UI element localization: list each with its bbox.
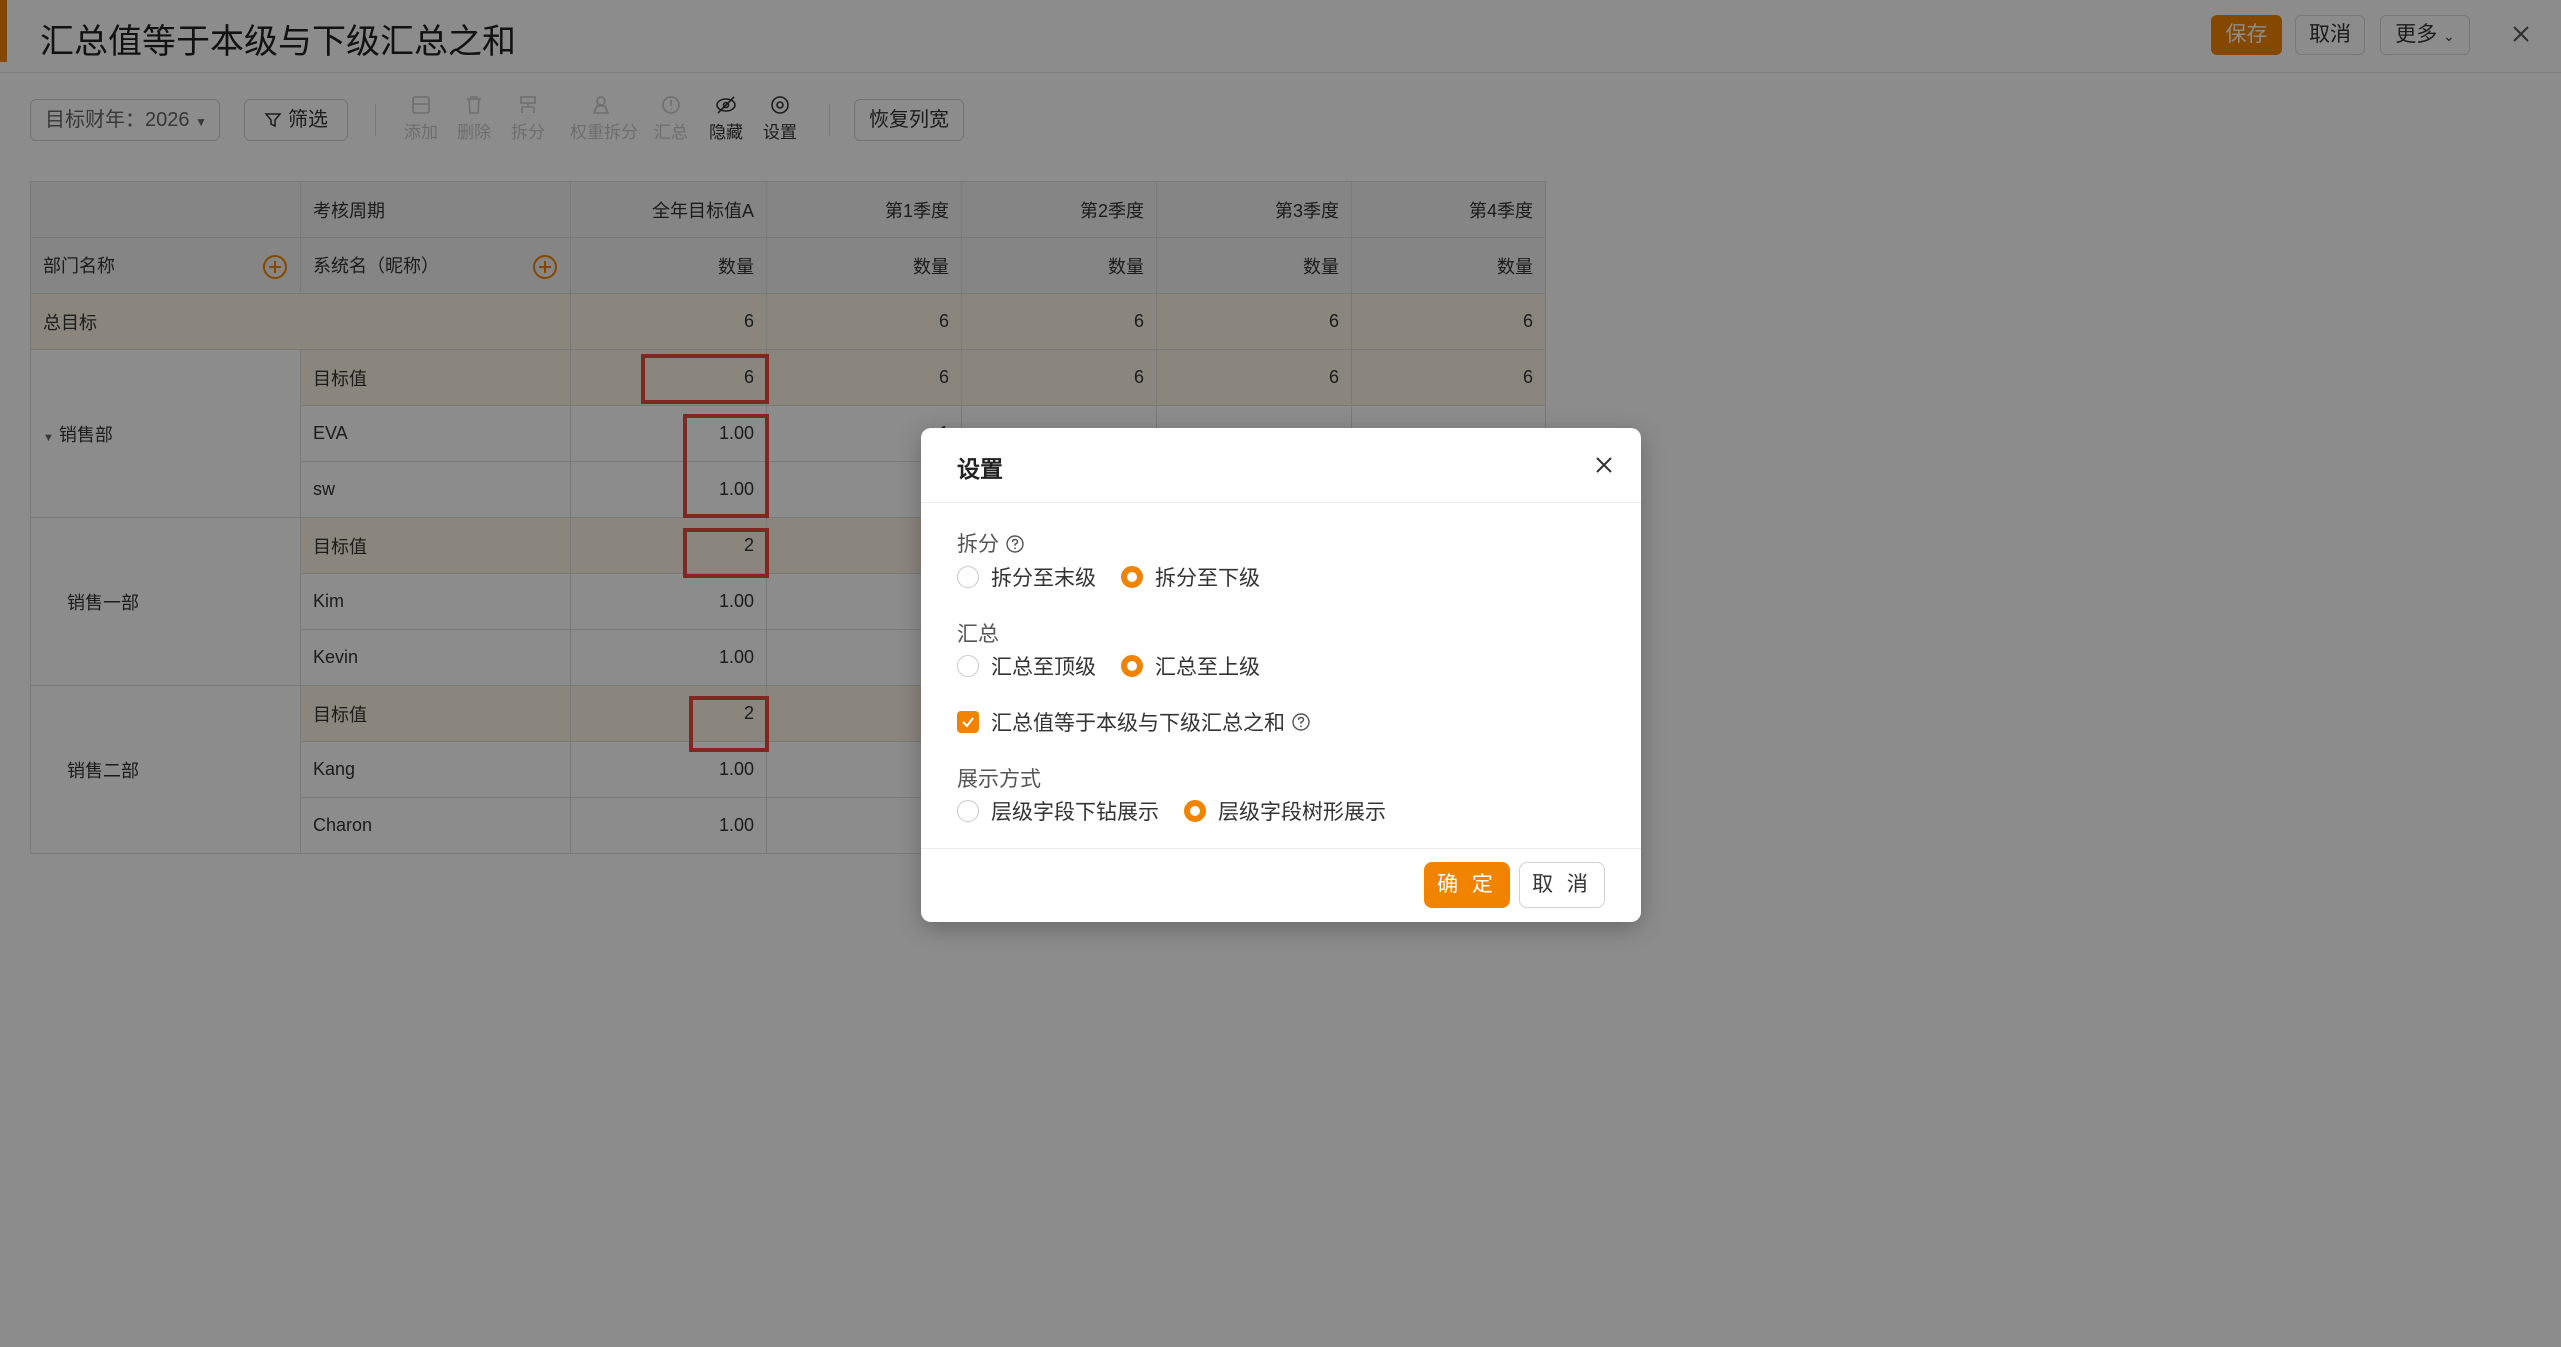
close-icon[interactable] bbox=[1593, 454, 1615, 476]
display-section-label: 展示方式 bbox=[957, 768, 1041, 791]
confirm-button[interactable]: 确 定 bbox=[1424, 862, 1510, 908]
sum-equal-checkbox[interactable]: 汇总值等于本级与下级汇总之和 bbox=[957, 707, 1311, 737]
checkbox-checked bbox=[957, 711, 979, 733]
option-label: 汇总至顶级 bbox=[991, 656, 1096, 679]
radio-drilldown-display[interactable]: 层级字段下钻展示 bbox=[957, 796, 1159, 826]
radio-summary-to-top[interactable]: 汇总至顶级 bbox=[957, 651, 1096, 681]
option-label: 汇总至上级 bbox=[1155, 656, 1260, 679]
radio-split-to-child[interactable]: 拆分至下级 bbox=[1121, 562, 1260, 592]
radio-summary-to-parent[interactable]: 汇总至上级 bbox=[1121, 651, 1260, 681]
split-label: 拆分 bbox=[957, 533, 999, 556]
radio-circle bbox=[957, 800, 979, 822]
checkbox-label: 汇总值等于本级与下级汇总之和 bbox=[991, 712, 1285, 735]
radio-circle-selected bbox=[1121, 655, 1143, 677]
summary-section-label: 汇总 bbox=[957, 623, 999, 646]
help-icon[interactable] bbox=[1291, 712, 1311, 732]
check-icon bbox=[962, 717, 974, 728]
dialog-footer-divider bbox=[921, 848, 1641, 849]
radio-circle-selected bbox=[1184, 800, 1206, 822]
radio-circle-selected bbox=[1121, 566, 1143, 588]
option-label: 拆分至下级 bbox=[1155, 567, 1260, 590]
radio-tree-display[interactable]: 层级字段树形展示 bbox=[1184, 796, 1386, 826]
settings-dialog: 设置 拆分 拆分至末级 拆分至下级 汇总 汇总至顶级 汇总至上级 汇总值等于本级… bbox=[921, 428, 1641, 922]
option-label: 层级字段树形展示 bbox=[1218, 801, 1386, 824]
dialog-title: 设置 bbox=[957, 456, 1003, 482]
split-section-label: 拆分 bbox=[957, 528, 1025, 558]
option-label: 层级字段下钻展示 bbox=[991, 801, 1159, 824]
radio-circle bbox=[957, 566, 979, 588]
radio-circle bbox=[957, 655, 979, 677]
radio-split-to-leaf[interactable]: 拆分至末级 bbox=[957, 562, 1096, 592]
dialog-cancel-button[interactable]: 取 消 bbox=[1519, 862, 1605, 908]
option-label: 拆分至末级 bbox=[991, 567, 1096, 590]
dialog-header-divider bbox=[921, 502, 1641, 503]
help-icon[interactable] bbox=[1005, 534, 1025, 554]
